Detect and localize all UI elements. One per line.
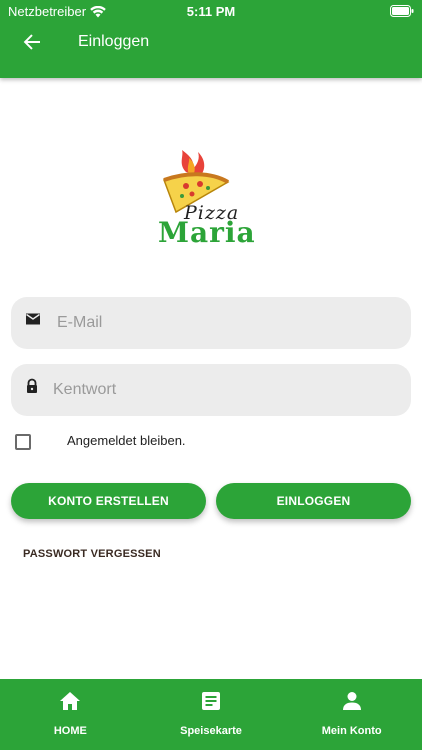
menu-icon: [202, 692, 220, 710]
top-bar: Netzbetreiber 5:11 PM Einloggen: [0, 0, 422, 78]
login-button[interactable]: EINLOGGEN: [216, 483, 411, 519]
home-icon: [60, 692, 81, 710]
status-bar: Netzbetreiber 5:11 PM: [0, 0, 422, 22]
arrow-left-icon: [23, 34, 40, 50]
account-icon: [342, 692, 361, 710]
remember-me-label: Angemeldet bleiben.: [67, 433, 186, 448]
logo-word-maria: Maria: [158, 216, 256, 249]
forgot-password-link[interactable]: PASSWORT VERGESSEN: [23, 548, 161, 560]
remember-me-checkbox[interactable]: [15, 434, 31, 450]
password-field-container: [11, 364, 411, 416]
nav-item-home[interactable]: HOME: [0, 679, 141, 750]
password-field[interactable]: [53, 364, 393, 416]
lock-icon: [27, 378, 37, 393]
nav-label-speisekarte: Speisekarte: [180, 725, 242, 737]
nav-item-mein-konto[interactable]: Mein Konto: [281, 679, 422, 750]
nav-item-speisekarte[interactable]: Speisekarte: [141, 679, 282, 750]
back-button[interactable]: [20, 30, 44, 54]
email-field-container: [11, 297, 411, 349]
battery-icon: [390, 5, 414, 20]
email-field[interactable]: [57, 297, 397, 349]
status-time: 5:11 PM: [186, 4, 236, 19]
create-account-button[interactable]: KONTO ERSTELLEN: [11, 483, 206, 519]
nav-label-home: HOME: [53, 725, 87, 737]
pizza-maria-logo: Pizza Maria: [156, 150, 266, 250]
nav-label-mein-konto: Mein Konto: [321, 725, 382, 737]
bottom-navigation: HOME Speisekarte Mein Konto: [0, 679, 422, 750]
page-title: Einloggen: [78, 33, 150, 50]
mail-icon: [26, 313, 40, 325]
